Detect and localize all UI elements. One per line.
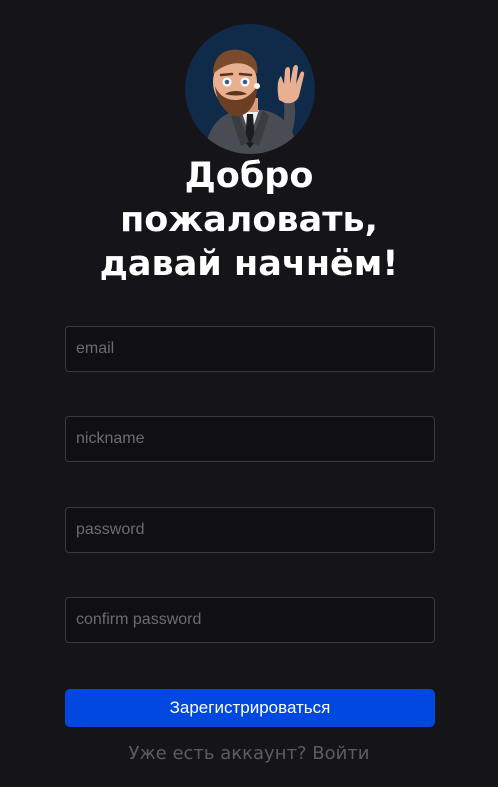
avatar <box>185 24 315 154</box>
memoji-waving-man-icon <box>205 49 305 154</box>
password-field[interactable] <box>65 507 435 553</box>
email-field[interactable] <box>65 326 435 372</box>
title-line: давай начнём! <box>99 244 399 284</box>
title-line: Добро <box>184 156 314 196</box>
login-prompt-text: Уже есть аккаунт? <box>128 743 307 764</box>
confirm-password-field[interactable] <box>65 597 435 643</box>
signup-page: Добро пожаловать, давай начнём! Зарегист… <box>0 0 498 787</box>
register-button[interactable]: Зарегистрироваться <box>65 689 435 727</box>
title-line: пожаловать, <box>120 200 378 240</box>
login-link[interactable]: Войти <box>312 743 369 764</box>
page-title: Добро пожаловать, давай начнём! <box>0 154 498 286</box>
nickname-field[interactable] <box>65 416 435 462</box>
login-prompt: Уже есть аккаунт? Войти <box>0 741 498 767</box>
